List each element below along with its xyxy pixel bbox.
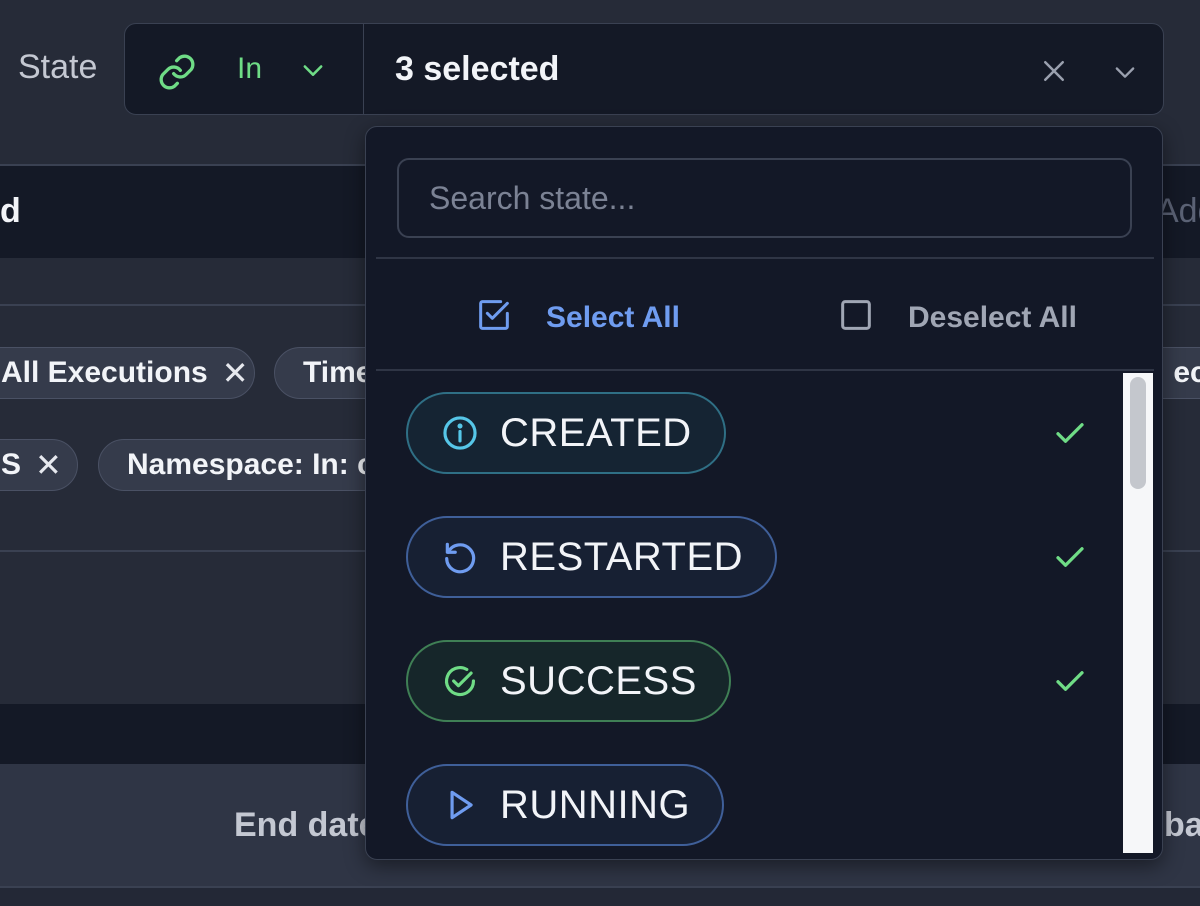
state-option-running[interactable]: RUNNING <box>366 760 1122 850</box>
deselect-all-label: Deselect All <box>908 300 1077 334</box>
state-pill: CREATED <box>406 392 726 474</box>
checkbox-empty-icon <box>836 295 876 340</box>
chip-label: All Executions <box>1 356 208 389</box>
column-header-end-date[interactable]: End date <box>234 806 378 845</box>
close-icon[interactable]: ✕ <box>35 446 62 484</box>
band-text: d <box>0 192 21 230</box>
chip-label: Time <box>303 356 373 389</box>
scrollbar-thumb[interactable] <box>1130 377 1146 489</box>
divider <box>376 369 1154 371</box>
check-icon <box>1052 663 1088 704</box>
filter-chip[interactable]: All Executions ✕ <box>0 347 255 399</box>
link-icon <box>157 52 197 97</box>
filter-chip[interactable]: S ✕ <box>0 439 78 491</box>
divider <box>376 257 1154 259</box>
state-option-created[interactable]: CREATED <box>366 388 1122 478</box>
chevron-down-icon[interactable] <box>1111 58 1139 91</box>
search-state-input[interactable] <box>397 158 1132 238</box>
state-option-restarted[interactable]: RESTARTED <box>366 512 1122 602</box>
clear-icon[interactable] <box>1039 56 1069 91</box>
state-label: SUCCESS <box>500 658 697 703</box>
footer-band <box>0 886 1200 906</box>
info-circle-icon <box>440 413 480 453</box>
state-pill: RESTARTED <box>406 516 778 598</box>
checkbox-checked-icon <box>474 295 514 340</box>
select-all-button[interactable]: Select All <box>474 295 680 340</box>
selected-count: 3 selected <box>395 50 560 88</box>
state-options-list[interactable]: CREATED RESTARTED SUCCESS RUNNING <box>366 373 1122 859</box>
state-label: RESTARTED <box>500 534 744 579</box>
filter-chip[interactable]: Namespace: In: c <box>98 439 398 491</box>
check-icon <box>1052 539 1088 580</box>
check-circle-icon <box>440 661 480 701</box>
play-icon <box>440 785 480 825</box>
state-filter-combobox[interactable]: In 3 selected <box>124 23 1164 115</box>
select-all-label: Select All <box>546 300 680 334</box>
state-pill: SUCCESS <box>406 640 731 722</box>
state-dropdown: Select All Deselect All CREATED <box>365 126 1163 860</box>
scrollbar[interactable] <box>1123 373 1153 853</box>
operator-value: In <box>237 52 263 85</box>
operator-selector[interactable]: In <box>125 24 364 114</box>
state-filter-label: State <box>18 48 98 86</box>
chevron-down-icon <box>299 56 327 89</box>
state-pill: RUNNING <box>406 764 725 846</box>
chip-label: Namespace: In: c <box>127 448 374 481</box>
close-icon[interactable]: ✕ <box>222 354 249 392</box>
deselect-all-button[interactable]: Deselect All <box>836 295 1077 340</box>
chip-label: S <box>1 448 22 481</box>
column-header-partial[interactable]: bac <box>1164 806 1200 845</box>
state-label: CREATED <box>500 410 692 455</box>
state-option-success[interactable]: SUCCESS <box>366 636 1122 726</box>
check-icon <box>1052 415 1088 456</box>
state-label: RUNNING <box>500 782 691 827</box>
restart-icon <box>440 537 480 577</box>
